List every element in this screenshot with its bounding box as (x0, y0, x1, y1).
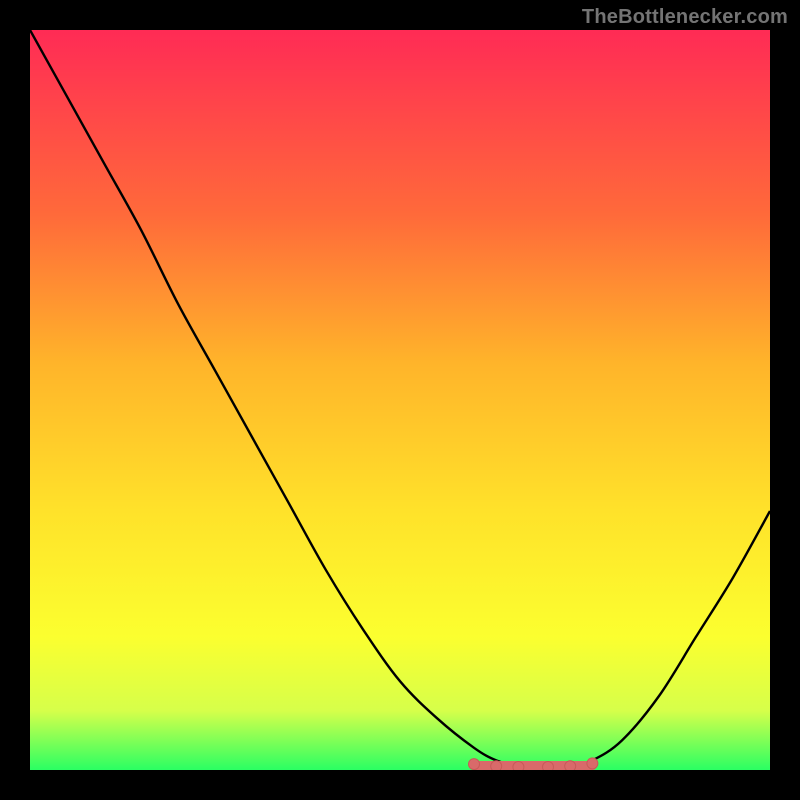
attribution-text: TheBottlenecker.com (582, 6, 788, 29)
gradient-background (30, 30, 770, 770)
marker-point (469, 759, 480, 770)
marker-point (491, 761, 502, 770)
chart-frame: TheBottlenecker.com (0, 0, 800, 800)
marker-point (513, 762, 524, 770)
marker-point (587, 758, 598, 769)
plot-area (30, 30, 770, 770)
marker-point (543, 762, 554, 770)
chart-svg (30, 30, 770, 770)
marker-point (565, 761, 576, 770)
